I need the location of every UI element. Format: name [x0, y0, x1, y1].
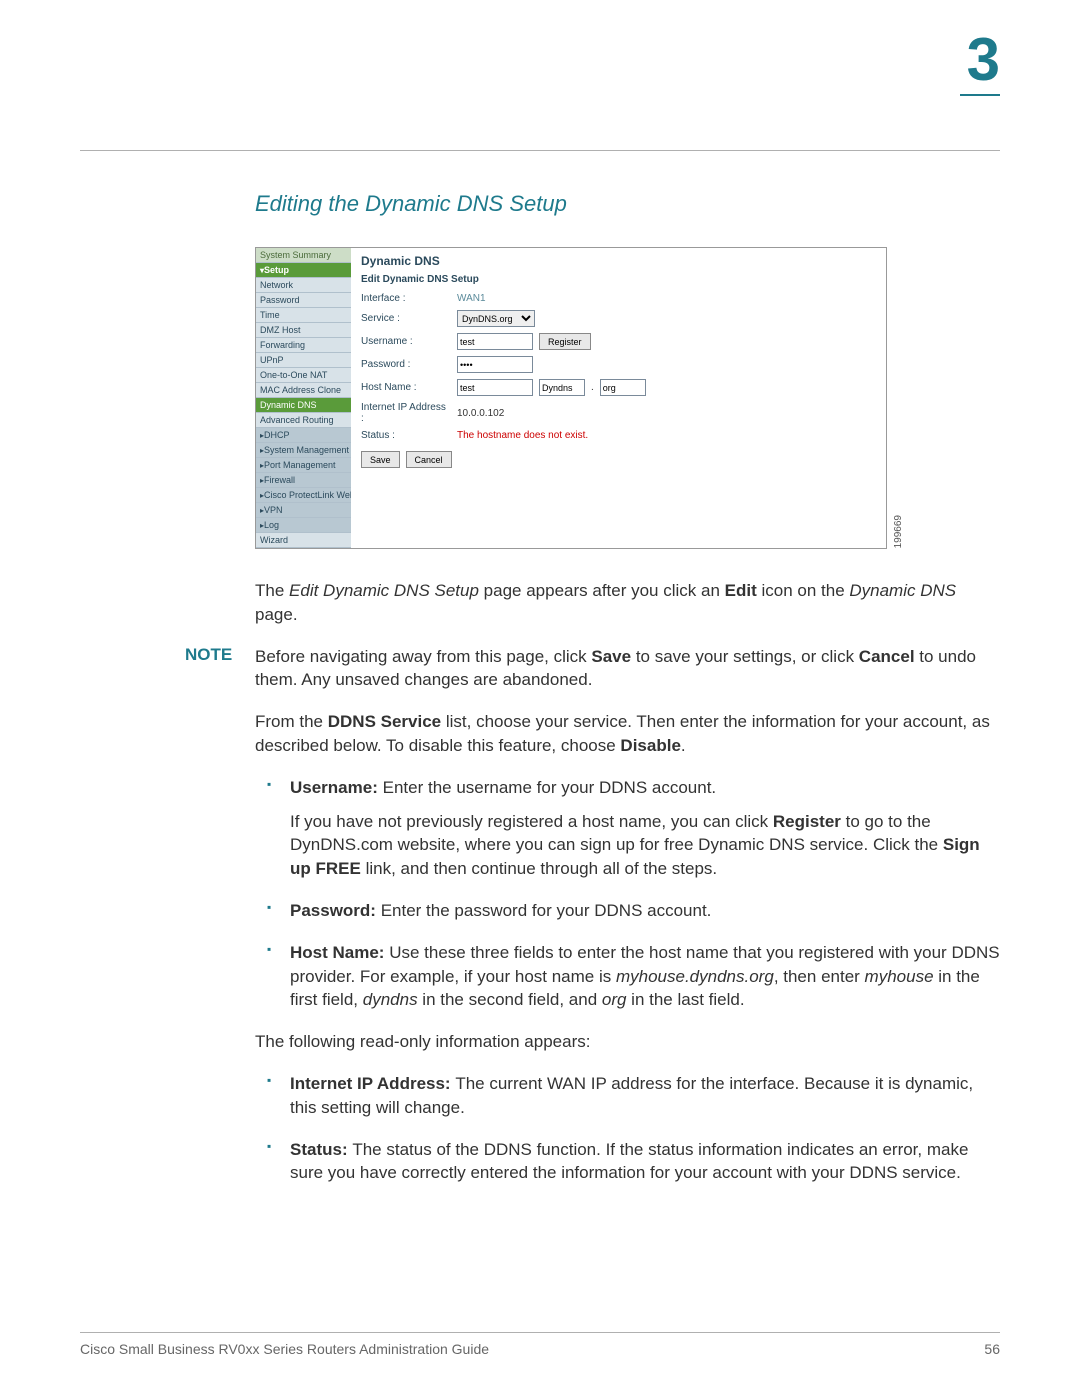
status-label: Status :: [361, 430, 451, 441]
ip-value: 10.0.0.102: [457, 408, 504, 419]
figure-code: 199669: [893, 515, 904, 548]
section-title: Editing the Dynamic DNS Setup: [255, 191, 1000, 217]
hostname-input-2[interactable]: [539, 379, 585, 396]
bullet-list: Internet IP Address: The current WAN IP …: [255, 1072, 1000, 1185]
sub-paragraph: If you have not previously registered a …: [290, 810, 1000, 881]
hostname-input-3[interactable]: [600, 379, 646, 396]
sidebar-item[interactable]: UPnP: [256, 353, 351, 368]
sidebar-item-wizard[interactable]: Wizard: [256, 533, 351, 548]
list-item: Username: Enter the username for your DD…: [255, 776, 1000, 881]
chapter-header: 3: [960, 30, 1000, 96]
sidebar-item[interactable]: Network: [256, 278, 351, 293]
service-label: Service :: [361, 313, 451, 324]
screenshot-panel: Dynamic DNS Edit Dynamic DNS Setup Inter…: [351, 248, 886, 548]
sidebar-item-setup[interactable]: Setup: [256, 263, 351, 278]
sidebar-item-summary[interactable]: System Summary: [256, 248, 351, 263]
sidebar-item[interactable]: DMZ Host: [256, 323, 351, 338]
sidebar-group[interactable]: VPN: [256, 503, 351, 518]
sidebar-item[interactable]: Forwarding: [256, 338, 351, 353]
note-block: NOTE Before navigating away from this pa…: [185, 645, 1000, 693]
sidebar-group[interactable]: DHCP: [256, 428, 351, 443]
sidebar-group[interactable]: Log: [256, 518, 351, 533]
interface-value: WAN1: [457, 293, 486, 304]
register-button[interactable]: Register: [539, 333, 591, 350]
ip-label: Internet IP Address :: [361, 402, 451, 424]
bullet-list: Username: Enter the username for your DD…: [255, 776, 1000, 1012]
save-button[interactable]: Save: [361, 451, 400, 468]
sidebar-item-active[interactable]: Dynamic DNS: [256, 398, 351, 413]
sidebar-group[interactable]: Firewall: [256, 473, 351, 488]
sidebar-item[interactable]: Advanced Routing: [256, 413, 351, 428]
list-item: Internet IP Address: The current WAN IP …: [255, 1072, 1000, 1120]
sidebar-group[interactable]: Port Management: [256, 458, 351, 473]
paragraph: The following read-only information appe…: [255, 1030, 1000, 1054]
sidebar-item[interactable]: Time: [256, 308, 351, 323]
page-footer: Cisco Small Business RV0xx Series Router…: [80, 1332, 1000, 1357]
note-label: NOTE: [185, 645, 255, 693]
password-label: Password :: [361, 359, 451, 370]
chapter-number: 3: [960, 30, 1000, 90]
sidebar-item[interactable]: MAC Address Clone: [256, 383, 351, 398]
username-input[interactable]: [457, 333, 533, 350]
username-label: Username :: [361, 336, 451, 347]
sidebar-group[interactable]: Cisco ProtectLink Web: [256, 488, 351, 503]
chapter-rule: [960, 94, 1000, 96]
panel-subtitle: Edit Dynamic DNS Setup: [361, 274, 876, 285]
sidebar-item[interactable]: Password: [256, 293, 351, 308]
cancel-button[interactable]: Cancel: [406, 451, 452, 468]
service-select[interactable]: DynDNS.org: [457, 310, 535, 327]
list-item: Status: The status of the DDNS function.…: [255, 1138, 1000, 1186]
paragraph: From the DDNS Service list, choose your …: [255, 710, 1000, 758]
status-value: The hostname does not exist.: [457, 430, 588, 441]
note-text: Before navigating away from this page, c…: [255, 645, 1000, 693]
header-rule: [80, 150, 1000, 151]
footer-page-number: 56: [984, 1341, 1000, 1357]
sidebar-item[interactable]: One-to-One NAT: [256, 368, 351, 383]
hostname-label: Host Name :: [361, 382, 451, 393]
screenshot-figure: 199669 System Summary Setup Network Pass…: [255, 247, 887, 549]
sidebar-group[interactable]: System Management: [256, 443, 351, 458]
list-item: Host Name: Use these three fields to ent…: [255, 941, 1000, 1012]
list-item: Password: Enter the password for your DD…: [255, 899, 1000, 923]
paragraph: The Edit Dynamic DNS Setup page appears …: [255, 579, 1000, 627]
interface-label: Interface :: [361, 293, 451, 304]
footer-title: Cisco Small Business RV0xx Series Router…: [80, 1341, 489, 1357]
panel-title: Dynamic DNS: [361, 254, 876, 268]
hostname-input-1[interactable]: [457, 379, 533, 396]
password-input[interactable]: [457, 356, 533, 373]
screenshot-sidebar: System Summary Setup Network Password Ti…: [256, 248, 351, 548]
